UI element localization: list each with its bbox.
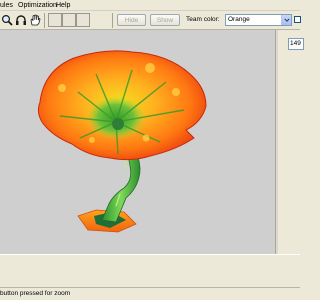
hand-icon xyxy=(30,14,41,26)
toolbar-blank-button-1[interactable] xyxy=(48,13,62,27)
headphones-icon xyxy=(16,15,26,25)
toolbar-blank-button-2[interactable] xyxy=(62,13,76,27)
pan-tool-button[interactable] xyxy=(28,13,42,27)
rotate-tool-button[interactable] xyxy=(14,13,28,27)
menu-optimization[interactable]: Optimization xyxy=(18,1,57,10)
team-color-value: Orange xyxy=(228,16,250,23)
model-viewport[interactable] xyxy=(0,30,276,254)
menu-bar: ules Optimization Help xyxy=(0,0,300,11)
toolbar-blank-button-3[interactable] xyxy=(76,13,90,27)
magnifier-icon xyxy=(1,14,13,26)
option-checkbox[interactable] xyxy=(294,16,301,23)
menu-modules[interactable]: ules xyxy=(0,1,13,10)
bottom-panel xyxy=(0,254,300,288)
team-color-select[interactable]: Orange xyxy=(225,14,292,26)
mushroom-model xyxy=(37,50,207,233)
hide-button[interactable]: Hide xyxy=(117,14,146,26)
side-panel: 149 xyxy=(276,30,304,254)
splitter[interactable] xyxy=(276,30,278,254)
toolbar: Hide Show Team color: Orange xyxy=(0,11,301,30)
menu-help[interactable]: Help xyxy=(56,1,70,10)
toolbar-separator xyxy=(112,13,113,28)
team-color-label: Team color: xyxy=(186,16,220,23)
toolbar-separator xyxy=(44,13,45,28)
status-text: button pressed for zoom xyxy=(0,290,71,297)
side-value-field[interactable]: 149 xyxy=(288,38,304,50)
show-button[interactable]: Show xyxy=(150,14,180,26)
chevron-down-icon xyxy=(281,15,291,25)
status-bar: button pressed for zoom xyxy=(0,287,300,300)
zoom-tool-button[interactable] xyxy=(0,13,14,27)
